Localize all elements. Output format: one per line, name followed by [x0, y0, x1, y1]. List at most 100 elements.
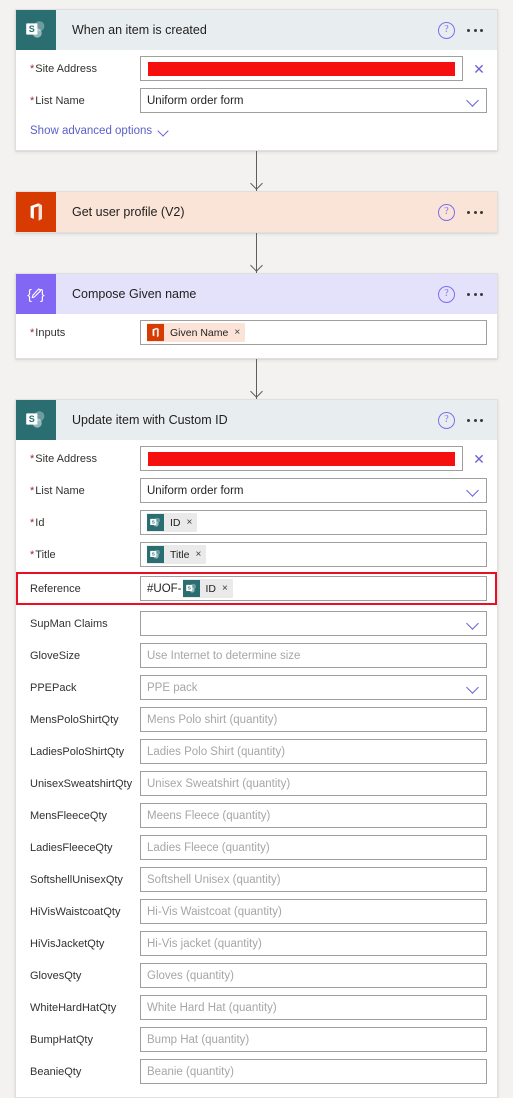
step-header-actions: ?	[438, 411, 485, 429]
token-remove-icon[interactable]: ×	[222, 583, 228, 594]
help-icon[interactable]: ?	[438, 21, 455, 39]
token-chip[interactable]: Given Name ×	[147, 323, 246, 342]
field-label: *List Name	[30, 95, 140, 107]
office-365-icon	[16, 192, 56, 232]
field-row: *Title S Title ×	[16, 540, 497, 569]
field-row: LadiesPoloShirtQty Ladies Polo Shirt (qua…	[16, 737, 497, 766]
field-label-text: UnisexSweatshirtQty	[30, 777, 133, 790]
field-label-text: PPEPack	[30, 681, 77, 694]
field-input[interactable]	[140, 446, 463, 471]
field-row: *List Name Uniform order form	[16, 476, 497, 505]
field-label: GlovesQty	[30, 970, 140, 982]
field-label-text: LadiesPoloShirtQty	[30, 745, 125, 758]
field-label: BeanieQty	[30, 1066, 140, 1078]
field-input[interactable]: Softshell Unisex (quantity)	[140, 867, 487, 892]
field-input[interactable]: Bump Hat (quantity)	[140, 1027, 487, 1052]
token-chip[interactable]: S ID ×	[182, 579, 233, 598]
flow-step-get-user-profile[interactable]: Get user profile (V2)?	[15, 191, 498, 233]
clear-field-button[interactable]: ✕	[471, 62, 487, 76]
field-label-text: SupMan Claims	[30, 617, 108, 630]
field-row: *List Name Uniform order form	[16, 86, 497, 115]
clear-field-button[interactable]: ✕	[471, 452, 487, 466]
sharepoint-icon: S	[16, 400, 56, 440]
field-input[interactable]: Meens Fleece (quantity)	[140, 803, 487, 828]
field-input[interactable]: Use Internet to determine size	[140, 643, 487, 668]
step-title: Get user profile (V2)	[72, 205, 185, 219]
field-input[interactable]: #UOF- S ID ×	[140, 576, 487, 601]
field-input[interactable]: Gloves (quantity)	[140, 963, 487, 988]
chevron-down-icon[interactable]	[467, 484, 480, 497]
field-input[interactable]: Mens Polo shirt (quantity)	[140, 707, 487, 732]
step-header[interactable]: Get user profile (V2)?	[16, 192, 497, 232]
more-options-icon[interactable]	[465, 415, 485, 426]
field-input[interactable]: S ID ×	[140, 510, 487, 535]
field-label-text: List Name	[35, 94, 85, 107]
help-icon[interactable]: ?	[438, 203, 455, 221]
step-title: Update item with Custom ID	[72, 413, 228, 427]
field-row: HiVisJacketQty Hi-Vis jacket (quantity)	[16, 929, 497, 958]
chevron-down-icon[interactable]	[467, 94, 480, 107]
chevron-down-icon[interactable]	[467, 617, 480, 630]
field-placeholder: Beanie (quantity)	[147, 1065, 234, 1078]
field-label-text: SoftshellUnisexQty	[30, 873, 123, 886]
field-input[interactable]	[140, 611, 487, 636]
token-chip[interactable]: S Title ×	[147, 545, 207, 564]
field-placeholder: Mens Polo shirt (quantity)	[147, 713, 278, 726]
field-row: UnisexSweatshirtQty Unisex Sweatshirt (qu…	[16, 769, 497, 798]
field-input[interactable]: Ladies Polo Shirt (quantity)	[140, 739, 487, 764]
step-body: *Site Address ✕ *List Name Uniform order fo…	[16, 440, 497, 1097]
sharepoint-icon: S	[147, 546, 164, 563]
flow-step-trigger[interactable]: S When an item is created? *Site Address ✕ *…	[15, 9, 498, 151]
field-row: MensFleeceQty Meens Fleece (quantity)	[16, 801, 497, 830]
field-label: BumpHatQty	[30, 1034, 140, 1046]
step-body: *Inputs Given Name ×	[16, 314, 497, 358]
field-input[interactable]: Beanie (quantity)	[140, 1059, 487, 1084]
svg-text:}: }	[40, 286, 45, 302]
help-icon[interactable]: ?	[438, 411, 455, 429]
field-input[interactable]: Unisex Sweatshirt (quantity)	[140, 771, 487, 796]
step-header[interactable]: {} Compose Given name?	[16, 274, 497, 314]
field-placeholder: Unisex Sweatshirt (quantity)	[147, 777, 291, 790]
field-input[interactable]: Hi-Vis Waistcoat (quantity)	[140, 899, 487, 924]
chevron-down-icon[interactable]	[159, 126, 170, 137]
field-placeholder: Ladies Polo Shirt (quantity)	[147, 745, 286, 758]
step-title: When an item is created	[72, 23, 207, 37]
field-input[interactable]: Given Name ×	[140, 320, 487, 345]
field-label: WhiteHardHatQty	[30, 1002, 140, 1014]
field-input[interactable]: S Title ×	[140, 542, 487, 567]
field-input[interactable]	[140, 56, 463, 81]
field-input[interactable]: Ladies Fleece (quantity)	[140, 835, 487, 860]
token-chip[interactable]: S ID ×	[147, 513, 198, 532]
field-input[interactable]: PPE pack	[140, 675, 487, 700]
field-label-text: Title	[35, 548, 56, 561]
field-placeholder: White Hard Hat (quantity)	[147, 1001, 277, 1014]
flow-step-compose-given-name[interactable]: {} Compose Given name? *Inputs Given Name ×	[15, 273, 498, 359]
token-remove-icon[interactable]: ×	[195, 549, 201, 560]
field-label-text: GlovesQty	[30, 969, 82, 982]
field-label-text: Id	[35, 516, 45, 529]
token-label: Given Name	[170, 326, 229, 339]
field-input[interactable]: Hi-Vis jacket (quantity)	[140, 931, 487, 956]
field-placeholder: Hi-Vis Waistcoat (quantity)	[147, 905, 282, 918]
step-header[interactable]: S When an item is created?	[16, 10, 497, 50]
show-advanced-options-link[interactable]: Show advanced options	[16, 118, 497, 142]
field-label-text: WhiteHardHatQty	[30, 1001, 117, 1014]
field-input[interactable]: Uniform order form	[140, 478, 487, 503]
field-row: PPEPack PPE pack	[16, 673, 497, 702]
step-header[interactable]: S Update item with Custom ID?	[16, 400, 497, 440]
more-options-icon[interactable]	[465, 207, 485, 218]
more-options-icon[interactable]	[465, 25, 485, 36]
flow-step-update-item[interactable]: S Update item with Custom ID? *Site Addres…	[15, 399, 498, 1098]
field-label-text: Reference	[30, 582, 81, 595]
field-input[interactable]: Uniform order form	[140, 88, 487, 113]
token-remove-icon[interactable]: ×	[234, 327, 240, 338]
field-label: *List Name	[30, 485, 140, 497]
step-header-actions: ?	[438, 285, 485, 303]
help-icon[interactable]: ?	[438, 285, 455, 303]
chevron-down-icon[interactable]	[467, 681, 480, 694]
connector-arrowhead	[251, 179, 262, 190]
token-remove-icon[interactable]: ×	[187, 517, 193, 528]
svg-text:S: S	[29, 24, 35, 34]
more-options-icon[interactable]	[465, 289, 485, 300]
svg-text:{: {	[27, 286, 32, 302]
